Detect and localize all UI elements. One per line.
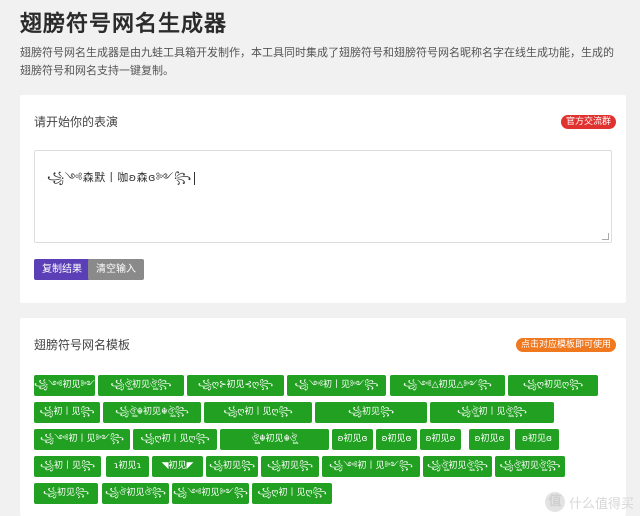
template-button[interactable]: ꧁ღ初见ღ꧂ xyxy=(508,375,598,396)
template-button[interactable]: ʚ初见ɞ xyxy=(332,429,373,450)
template-button[interactable]: ꧁༺△初见△༻꧂ xyxy=(390,375,505,396)
template-button[interactable]: ꧁初见꧂ xyxy=(34,483,98,504)
page-title: 翅膀符号网名生成器 xyxy=(20,12,228,37)
template-button[interactable]: ꧁༺初见༻꧂ xyxy=(34,375,95,396)
template-button[interactable]: ꧁ღ⊱初见⊰ღ꧂ xyxy=(187,375,284,396)
textarea-value: ꧁༺森默丨咖ʚ森ɞ༻꧂ xyxy=(47,171,192,184)
templates-hint-badge: 点击对应模板即可使用 xyxy=(515,338,616,352)
template-button[interactable]: ꧁初见꧂ xyxy=(315,402,427,423)
clear-input-button[interactable]: 清空输入 xyxy=(88,259,144,280)
result-textarea[interactable]: ꧁༺森默丨咖ʚ森ɞ༻꧂ xyxy=(34,150,612,243)
template-button[interactable]: ꧁初见꧂ xyxy=(206,456,258,477)
template-button[interactable]: ʚ初见ɞ xyxy=(376,429,417,450)
editor-card: 请开始你的表演 官方交流群 ꧁༺森默丨咖ʚ森ɞ༻꧂ 复制结果 清空输入 xyxy=(20,95,626,303)
template-button[interactable]: ʚ初见ɞ xyxy=(515,429,559,450)
template-button[interactable]: ꧁ღ初丨见ღ꧂ xyxy=(252,483,332,504)
template-button[interactable]: ꧁初见꧂ xyxy=(261,456,319,477)
template-button[interactable]: ꧁初丨见꧂ xyxy=(34,402,100,423)
template-button[interactable]: ঔৣ☬初见☬ঔৣ xyxy=(220,429,329,450)
watermark: 值 什么值得买 xyxy=(544,492,634,512)
watermark-text: 什么值得买 xyxy=(568,496,634,512)
intro-text: 翅膀符号网名生成器是由九蛙工具箱开发制作，本工具同时集成了翅膀符号和翅膀符号网名… xyxy=(20,46,614,77)
templates-title: 翅膀符号网名模板 xyxy=(34,338,131,352)
template-button[interactable]: ʚ初见ɞ xyxy=(469,429,510,450)
template-button[interactable]: ʚ初见ʚ xyxy=(420,429,461,450)
template-button[interactable]: ꧁初丨见꧂ xyxy=(34,456,101,477)
template-button[interactable]: ꧁ঔৣ初见ঔৣ꧂ xyxy=(495,456,565,477)
templates-card: 翅膀符号网名模板 点击对应模板即可使用 ꧁༺初见༻꧂ ꧁ঔৣ初见ঔৣ꧂ ꧁ღ⊱初… xyxy=(20,318,626,516)
template-button[interactable]: ꧁ঔ初见ঔ꧂ xyxy=(102,483,169,504)
template-button[interactable]: ꧁༺初见༻꧂ xyxy=(172,483,249,504)
template-button[interactable]: ꧁༺初丨见༻꧂ xyxy=(322,456,420,477)
template-button[interactable]: ꧁༺初丨见༻꧂ xyxy=(34,429,130,450)
template-button[interactable]: ◥初见◤ xyxy=(152,456,203,477)
resize-handle-icon[interactable] xyxy=(602,233,609,240)
watermark-logo-icon: 值 xyxy=(544,492,565,512)
template-button[interactable]: ꧁ঔৣ☬初见☬ঔৣ꧂ xyxy=(103,402,201,423)
template-button[interactable]: ꧁ঔৣ初丨见ঔৣ꧂ xyxy=(430,402,554,423)
template-button[interactable]: ꧁༺初丨见༻꧂ xyxy=(287,375,386,396)
text-caret xyxy=(193,171,195,185)
group-badge[interactable]: 官方交流群 xyxy=(560,115,616,129)
copy-result-button[interactable]: 复制结果 xyxy=(34,259,90,280)
template-button[interactable]: ꧁ღ初丨见ღ꧂ xyxy=(133,429,217,450)
template-button[interactable]: ɿ初见ɿ xyxy=(106,456,149,477)
template-button[interactable]: ꧁ღ初丨见ღ꧂ xyxy=(204,402,312,423)
template-button[interactable]: ꧁ঔৣ初见ঔৣ꧂ xyxy=(423,456,492,477)
editor-title: 请开始你的表演 xyxy=(34,115,119,129)
template-button[interactable]: ꧁ঔৣ初见ঔৣ꧂ xyxy=(98,375,184,396)
